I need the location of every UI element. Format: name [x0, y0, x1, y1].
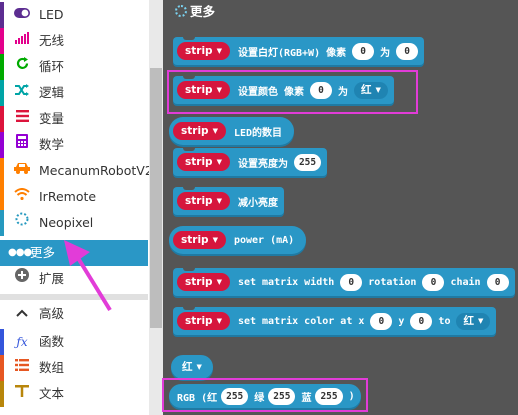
toolbox: LED 无线 循环 逻辑 变量 数学 MecanumRobotV2 IrRemo…	[0, 0, 153, 415]
strip-variable[interactable]: strip ▼	[173, 231, 226, 249]
text-icon	[12, 381, 32, 407]
caret-down-icon: ▼	[477, 316, 484, 325]
strip-variable[interactable]: strip ▼	[177, 192, 230, 210]
block-flyout: 更多 strip ▼ 设置白灯(RGB+W) 像素 0 为 0 strip ▼ 设置…	[163, 0, 518, 415]
wifi-icon	[12, 184, 32, 210]
category-variables[interactable]: 变量	[0, 106, 148, 132]
category-loops[interactable]: 循环	[0, 54, 148, 80]
block-set-pixel-white[interactable]: strip ▼ 设置白灯(RGB+W) 像素 0 为 0	[173, 37, 425, 65]
caret-down-icon: ▼	[216, 158, 222, 166]
chevron-up-icon	[12, 301, 32, 327]
category-functions[interactable]: ƒx 函数	[0, 329, 148, 355]
car-icon	[12, 158, 32, 184]
toolbox-scroll-thumb[interactable]	[150, 68, 162, 328]
block-color-reporter[interactable]: 红 ▼	[171, 355, 213, 379]
block-set-brightness[interactable]: strip ▼ 设置亮度为 255	[173, 148, 328, 176]
loop-icon	[12, 54, 32, 80]
bar-signal-icon	[12, 28, 32, 54]
number-input[interactable]: 255	[293, 153, 322, 171]
more-dots-icon: ●●●	[8, 247, 32, 258]
number-input[interactable]: 0	[340, 273, 363, 291]
caret-down-icon: ▼	[216, 47, 222, 55]
category-logic[interactable]: 逻辑	[0, 80, 148, 106]
caret-down-icon: ▼	[216, 317, 222, 325]
strip-variable[interactable]: strip ▼	[177, 273, 230, 291]
strip-variable[interactable]: strip ▼	[177, 153, 230, 171]
caret-down-icon: ▼	[196, 362, 202, 371]
function-icon: ƒx	[16, 335, 28, 349]
category-arrays[interactable]: 数组	[0, 355, 148, 381]
highlight-rgb-block	[162, 378, 368, 412]
plus-circle-icon	[12, 266, 32, 292]
highlight-set-pixel-color	[167, 70, 418, 114]
dotted-circle-icon	[175, 5, 187, 17]
caret-down-icon: ▼	[212, 127, 218, 135]
strip-variable[interactable]: strip ▼	[177, 42, 230, 60]
block-ease-brightness[interactable]: strip ▼ 减小亮度	[173, 187, 284, 215]
category-irremote[interactable]: IrRemote	[0, 184, 148, 210]
number-input[interactable]: 0	[422, 273, 445, 291]
array-list-icon	[12, 355, 32, 381]
block-set-matrix-color[interactable]: strip ▼ set matrix color at x 0 y 0 to 红 ▼	[173, 307, 497, 335]
shuffle-icon	[12, 80, 32, 106]
flyout-title: 更多	[175, 3, 215, 21]
number-input[interactable]: 0	[352, 42, 375, 60]
block-power[interactable]: strip ▼ power (mA)	[169, 226, 307, 254]
category-text[interactable]: 文本	[0, 381, 148, 407]
toggle-icon	[12, 2, 32, 28]
color-dropdown[interactable]: 红 ▼	[175, 358, 209, 376]
color-dropdown[interactable]: 红 ▼	[456, 312, 491, 330]
caret-down-icon: ▼	[216, 197, 222, 205]
strip-variable[interactable]: strip ▼	[177, 312, 230, 330]
category-math[interactable]: 数学	[0, 132, 148, 158]
number-input[interactable]: 0	[486, 273, 509, 291]
category-neopixel[interactable]: Neopixel	[0, 210, 148, 236]
block-set-matrix-width[interactable]: strip ▼ set matrix width 0 rotation 0 cha…	[173, 268, 515, 296]
number-input[interactable]: 0	[396, 42, 419, 60]
strip-variable[interactable]: strip ▼	[173, 122, 226, 140]
block-led-count[interactable]: strip ▼ LED的数目	[169, 117, 295, 145]
number-input[interactable]: 0	[410, 312, 433, 330]
caret-down-icon: ▼	[216, 278, 222, 286]
category-mecanumrobotv2[interactable]: MecanumRobotV2	[0, 158, 153, 184]
category-radio[interactable]: 无线	[0, 28, 148, 54]
calculator-icon	[12, 132, 32, 158]
category-led[interactable]: LED	[0, 2, 148, 28]
annotation-arrow	[64, 240, 112, 312]
caret-down-icon: ▼	[212, 236, 218, 244]
number-input[interactable]: 0	[370, 312, 393, 330]
dotted-circle-icon	[12, 210, 32, 236]
list-icon	[12, 106, 32, 132]
